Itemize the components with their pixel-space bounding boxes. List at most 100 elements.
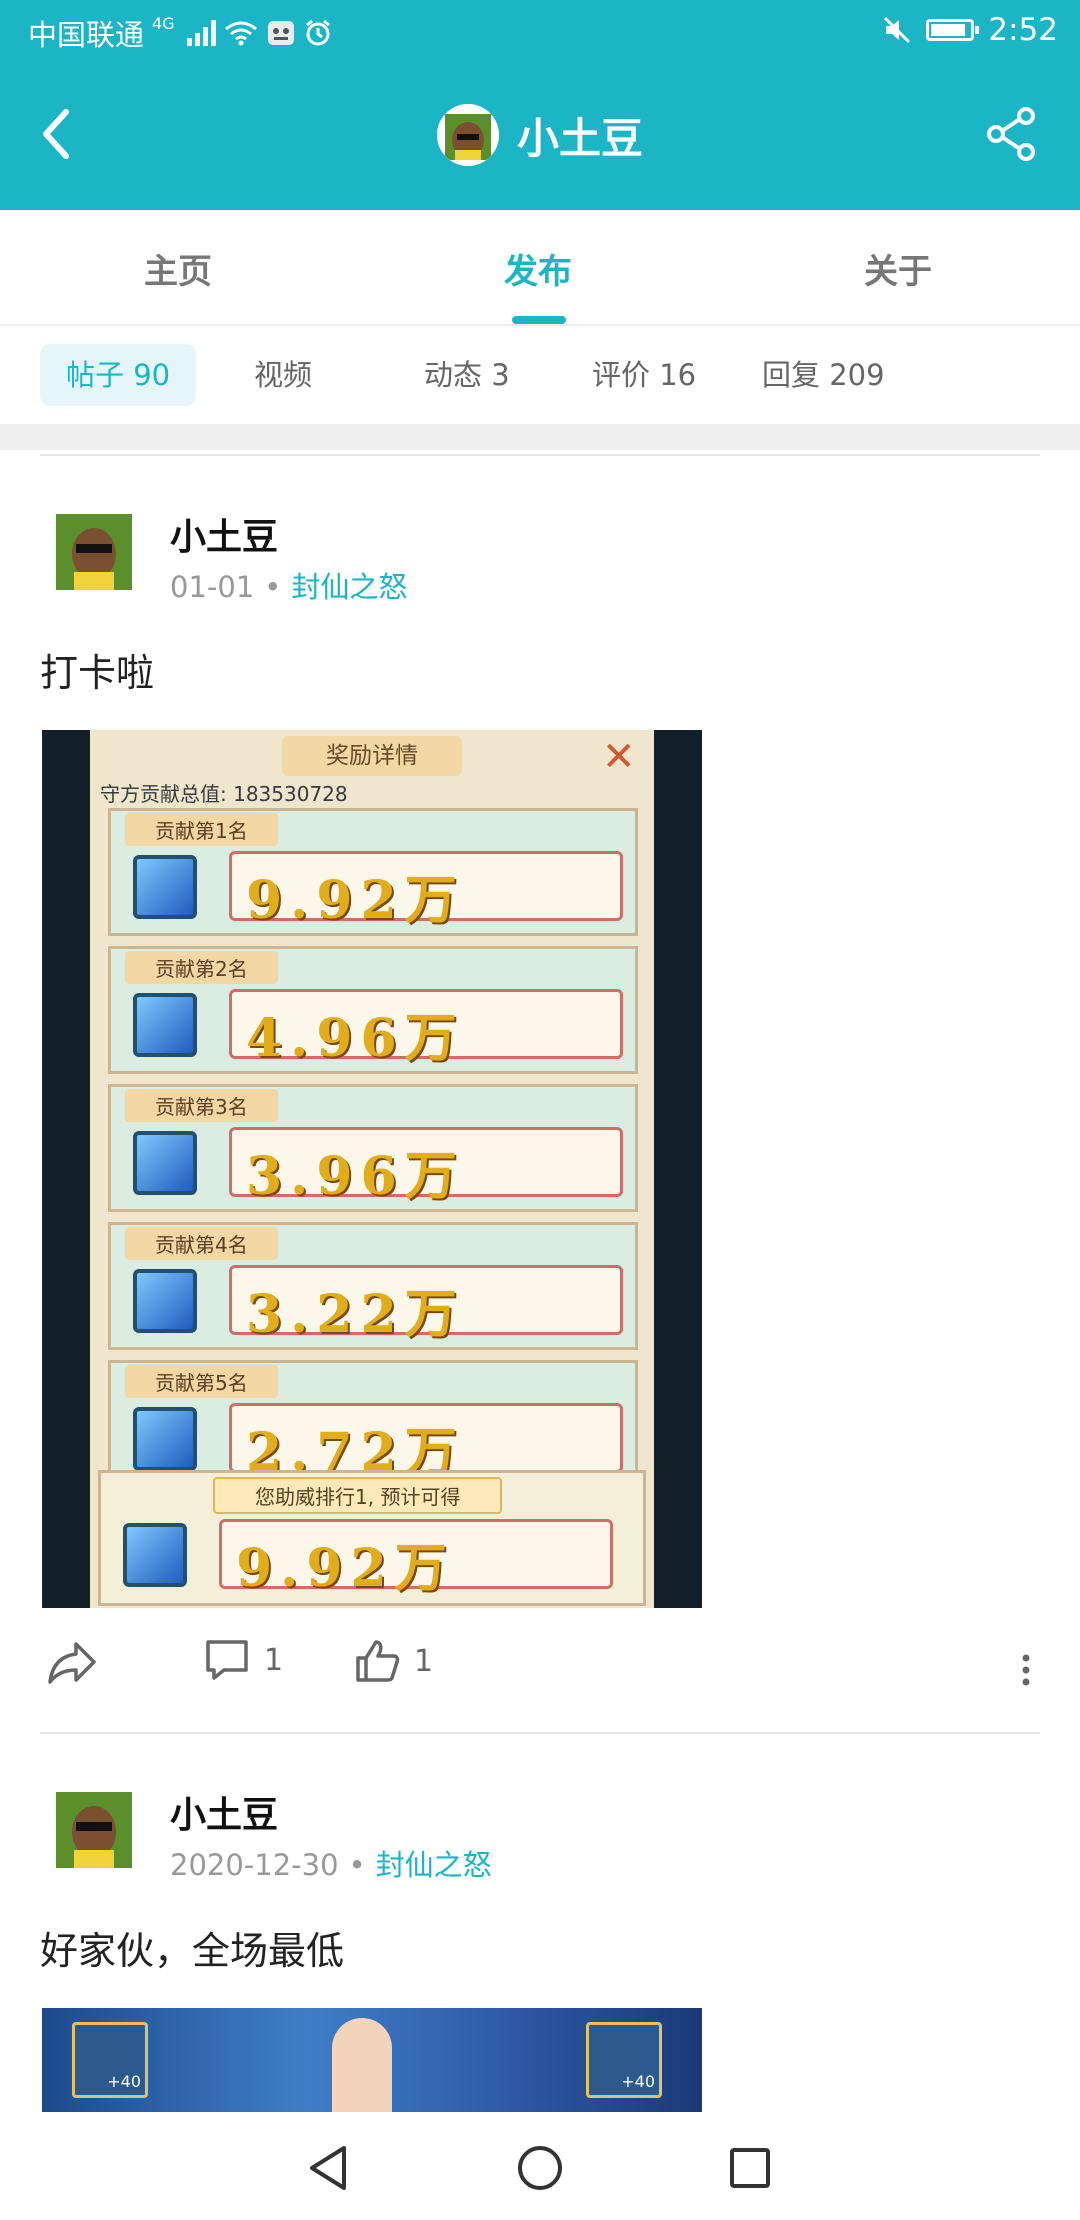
reward-value: 3.96万 (246, 1146, 465, 1207)
filter-posts[interactable]: 帖子 90 (40, 344, 197, 406)
like-button[interactable]: 1 (354, 1638, 433, 1684)
comment-icon (206, 1640, 248, 1680)
item-badge: +40 (586, 2022, 662, 2098)
comment-count: 1 (264, 1642, 284, 1678)
game-tag-link[interactable]: 封仙之怒 (291, 570, 407, 604)
post-date: 2020-12-30 (170, 1848, 339, 1882)
tab-publish[interactable]: 发布 (504, 244, 572, 293)
status-right: 2:52 (882, 12, 1058, 48)
carrier-label: 中国联通 (28, 18, 145, 52)
reward-value-box: 3.96万 (229, 1127, 623, 1207)
post-actions: 1 1 (0, 1628, 1080, 1708)
reward-rank: 贡献第2名 (125, 951, 278, 984)
reward-rank: 贡献第1名 (125, 813, 278, 846)
author-name[interactable]: 小土豆 (170, 1786, 278, 1838)
reward-rank: 贡献第4名 (125, 1227, 278, 1260)
reward-title: 奖励详情 (282, 736, 462, 776)
thumbs-up-icon (356, 1640, 400, 1682)
share-icon[interactable] (984, 104, 1040, 164)
post-text: 打卡啦 (40, 651, 155, 695)
gem-icon (123, 1523, 187, 1587)
reward-value-box: 2.72万 (229, 1403, 623, 1483)
filter-moments[interactable]: 动态 3 (398, 344, 536, 406)
like-count: 1 (414, 1643, 434, 1679)
signal-icon (186, 20, 216, 46)
share-post-button[interactable] (46, 1638, 98, 1686)
post-text: 好家伙，全场最低 (40, 1929, 345, 1973)
item-bonus: +40 (621, 2072, 655, 2091)
status-bar: 中国联通 4G 2:52 (0, 0, 1080, 64)
app-notification-icon (267, 21, 294, 45)
gem-icon (133, 1131, 197, 1195)
forward-icon (48, 1642, 96, 1684)
page-title: 小土豆 (516, 113, 643, 163)
network-label: 4G (152, 14, 175, 33)
reward-value: 9.92万 (246, 870, 465, 931)
reward-row: 贡献第2名 4.96万 (108, 946, 638, 1074)
wifi-icon (224, 21, 257, 46)
system-nav-bar (0, 2112, 1080, 2220)
close-icon: ✕ (602, 734, 636, 780)
reward-footer-note: 您助威排行1, 预计可得 (213, 1477, 503, 1514)
post-meta: 2020-12-30 • 封仙之怒 (170, 1842, 492, 1884)
item-bonus: +40 (107, 2072, 141, 2091)
reward-value-box: 9.92万 (229, 851, 623, 931)
tab-about[interactable]: 关于 (864, 244, 932, 293)
reward-footer: 您助威排行1, 预计可得 9.92万 (98, 1470, 646, 1606)
gem-icon (133, 855, 197, 919)
post-date: 01-01 (170, 570, 255, 604)
meta-separator: • (348, 1848, 366, 1882)
nav-back-icon[interactable] (300, 2138, 360, 2198)
content-filter-bar: 帖子 90 视频 动态 3 评价 16 回复 209 (0, 324, 1080, 424)
feed-top-divider (40, 454, 1040, 456)
game-tag-link[interactable]: 封仙之怒 (376, 1848, 492, 1882)
post-divider (40, 1732, 1040, 1734)
game-screenshot: +40 +40 (42, 2008, 702, 2112)
character-figure (332, 2018, 392, 2112)
comment-button[interactable]: 1 (204, 1638, 283, 1682)
reward-row: 贡献第1名 9.92万 (108, 808, 638, 936)
title-avatar[interactable] (436, 104, 499, 166)
reward-rank: 贡献第3名 (125, 1089, 278, 1122)
reward-value: 4.96万 (246, 1008, 465, 1069)
author-avatar[interactable] (56, 1792, 132, 1868)
gem-icon (133, 1407, 197, 1471)
meta-separator: • (264, 570, 282, 604)
active-tab-indicator (512, 316, 566, 324)
battery-icon (926, 19, 980, 41)
gem-icon (133, 993, 197, 1057)
reward-footer-value: 9.92万 (236, 1538, 455, 1599)
filter-replies[interactable]: 回复 209 (736, 344, 911, 406)
reward-value: 3.22万 (246, 1284, 465, 1345)
title-bar: 小土豆 (0, 64, 1080, 210)
post-image[interactable]: +40 +40 (42, 2008, 702, 2112)
more-options-icon[interactable] (1016, 1640, 1036, 1700)
nav-recents-icon[interactable] (720, 2138, 780, 2198)
reward-value-box: 4.96万 (229, 989, 623, 1069)
author-avatar[interactable] (56, 514, 132, 590)
reward-total: 守方贡献总值: 183530728 (100, 782, 348, 806)
post-image[interactable]: 奖励详情 ✕ 守方贡献总值: 183530728 贡献第1名 9.92万 贡献第… (42, 730, 702, 1608)
app-header-background: 中国联通 4G 2:52 小土豆 (0, 0, 1080, 210)
section-gap (0, 424, 1080, 450)
status-left: 中国联通 4G (28, 12, 332, 54)
reward-row: 贡献第4名 3.22万 (108, 1222, 638, 1350)
reward-value-box: 9.92万 (219, 1519, 613, 1599)
clock: 2:52 (988, 12, 1058, 48)
nav-home-icon[interactable] (510, 2138, 570, 2198)
filter-reviews[interactable]: 评价 16 (566, 344, 722, 406)
reward-rank: 贡献第5名 (125, 1365, 278, 1398)
filter-videos[interactable]: 视频 (228, 344, 338, 406)
reward-screenshot: 奖励详情 ✕ 守方贡献总值: 183530728 贡献第1名 9.92万 贡献第… (42, 730, 702, 1608)
gem-icon (133, 1269, 197, 1333)
profile-tabs: 主页 发布 关于 (0, 210, 1080, 326)
mute-icon (884, 16, 911, 44)
item-badge: +40 (72, 2022, 148, 2098)
author-name[interactable]: 小土豆 (170, 508, 278, 560)
post-meta: 01-01 • 封仙之怒 (170, 564, 407, 606)
reward-row: 贡献第5名 2.72万 (108, 1360, 638, 1488)
tab-home[interactable]: 主页 (144, 244, 212, 293)
profile-title: 小土豆 (0, 104, 1080, 166)
alarm-icon (305, 19, 330, 46)
reward-value-box: 3.22万 (229, 1265, 623, 1345)
